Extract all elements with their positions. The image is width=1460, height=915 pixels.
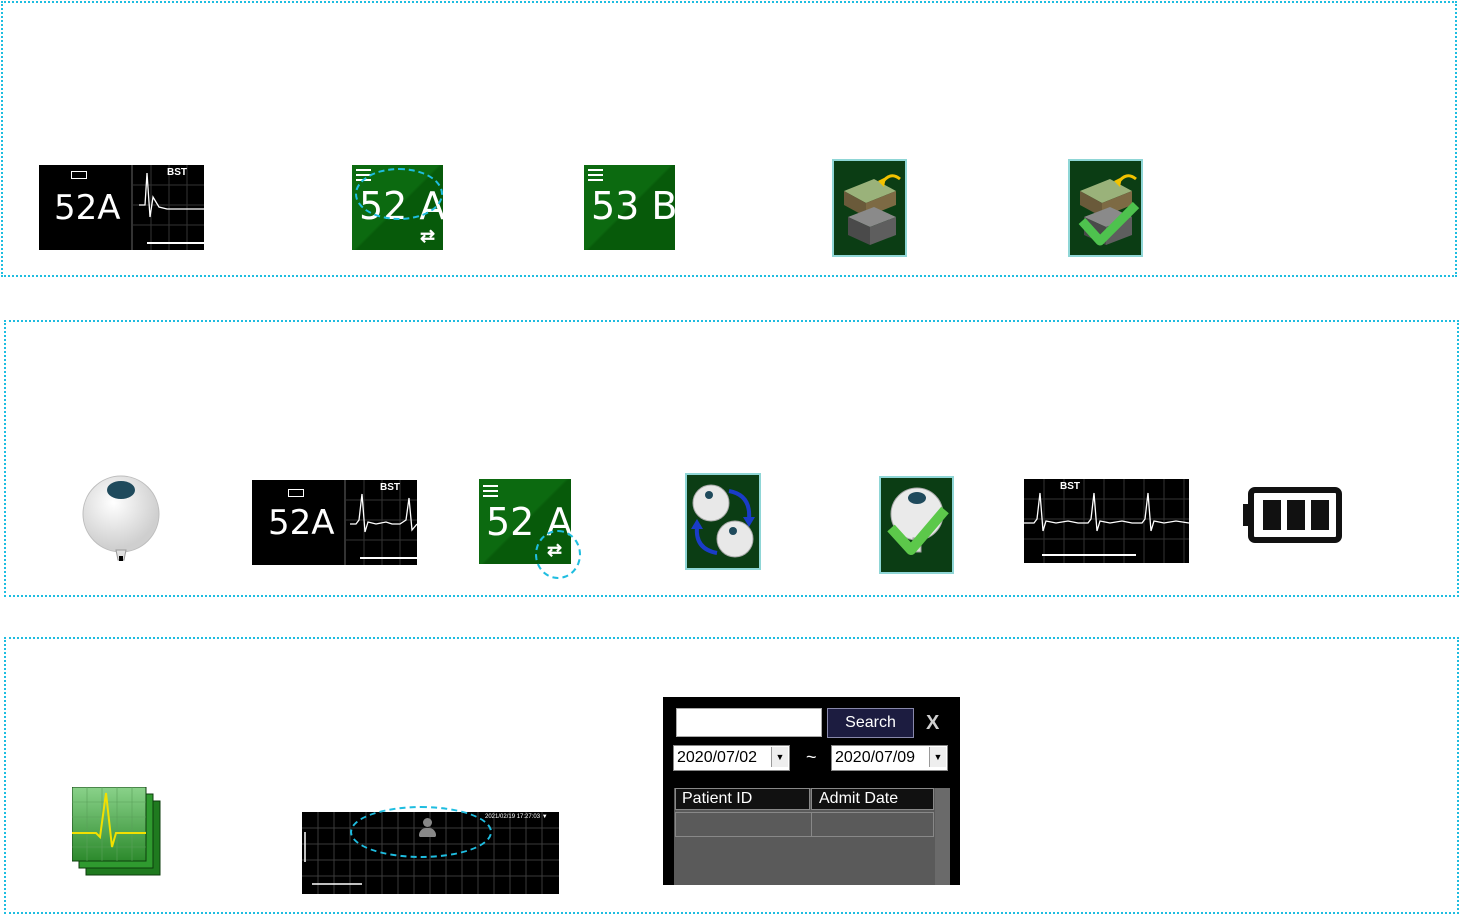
highlight-ellipse [355,168,443,220]
sensor-check-graphic [887,487,949,555]
results-table[interactable]: Patient ID Admit Date [674,788,950,885]
timestamp[interactable]: 2021/02/19 17:27:03 ▼ [485,814,548,820]
monitor-tile[interactable]: 52A BST [252,480,417,565]
close-button[interactable]: X [926,712,939,735]
bed-check-icon [1078,174,1140,246]
search-button[interactable]: Search [827,708,914,738]
date-to-select[interactable]: 2020/07/09 ▼ [831,745,948,771]
bed-number: 52A [54,188,121,228]
column-header-patient-id[interactable]: Patient ID [675,788,810,810]
wave-label: BST [167,167,187,178]
table-cell-divider [811,813,812,836]
bed-number: 52A [268,503,335,543]
menu-line [356,169,371,171]
patch-sensor-icon[interactable] [80,474,162,564]
column-header-admit-date[interactable]: Admit Date [811,788,934,810]
scrollbar[interactable] [935,788,950,885]
monitor-tile[interactable]: 52A BST [39,165,204,250]
chevron-down-icon: ▼ [929,747,946,767]
panel-top [1,1,1457,277]
chevron-down-icon: ▼ [771,747,788,767]
menu-line [483,485,498,487]
bed-transfer-icon[interactable] [832,159,907,257]
wave-label: BST [1060,481,1080,492]
swap-sensors-graphic [691,484,755,558]
menu-line [483,495,498,497]
bed-tile-53b[interactable]: 53 B [584,165,675,250]
patient-search-dialog: Search X 2020/07/02 ▼ ~ 2020/07/09 ▼ Pat… [663,697,960,885]
menu-line [483,490,498,492]
ecg-strip[interactable]: BST [1024,479,1189,563]
ecg-strip-waveform [1024,479,1189,563]
bed-number: 53 B [591,184,675,228]
sensor-confirmed-icon[interactable] [879,476,954,574]
battery-icon [1243,487,1342,543]
wave-label: BST [380,482,400,493]
swap-arrows-icon[interactable]: ⇄ [420,227,435,245]
bed-transfer-confirmed-icon[interactable] [1068,159,1143,257]
highlight-circle [535,530,581,579]
battery-small-icon [71,171,87,179]
search-input[interactable] [676,708,822,737]
bed-stack-icon [844,174,901,245]
ecg-history-icon[interactable] [72,787,164,879]
sensor-swap-icon[interactable] [685,473,761,570]
highlight-ellipse [350,806,492,858]
table-row[interactable] [675,812,934,837]
date-separator: ~ [806,747,817,767]
menu-line [588,169,603,171]
battery-small-icon [288,489,304,497]
date-from-select[interactable]: 2020/07/02 ▼ [673,745,790,771]
menu-line [588,174,603,176]
date-from-value: 2020/07/02 [677,749,758,766]
date-to-value: 2020/07/09 [835,749,916,766]
menu-line [588,179,603,181]
